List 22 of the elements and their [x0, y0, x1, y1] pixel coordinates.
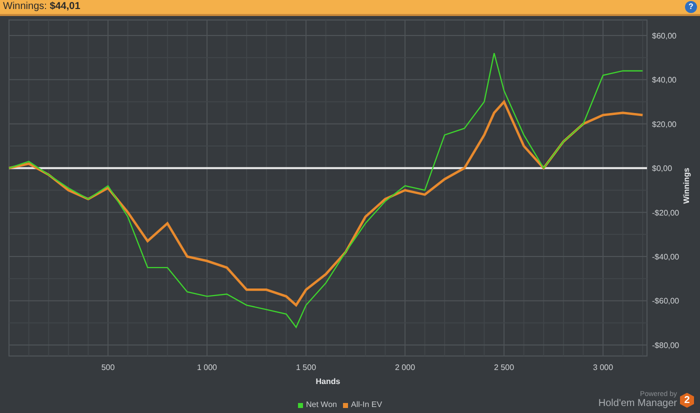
y-tick-label: $40,00: [652, 76, 676, 85]
legend-label: All-In EV: [350, 399, 382, 411]
x-tick-label: 1 000: [197, 363, 218, 372]
y-axis-title: Winnings: [682, 168, 691, 204]
winnings-total: Winnings: $44,01: [3, 2, 80, 12]
y-tick-label: -$40,00: [652, 252, 680, 262]
y-tick-label: -$80,00: [652, 340, 680, 350]
y-tick-label: -$60,00: [652, 296, 680, 306]
logo-badge: 2: [680, 392, 694, 408]
y-tick-label: $60,00: [652, 31, 676, 40]
y-tick-label: $0,00: [652, 164, 672, 174]
help-button[interactable]: ?: [685, 1, 697, 13]
product-name: Hold'em Manager: [598, 398, 677, 410]
x-tick-label: 2 000: [395, 363, 416, 372]
x-tick-label: 3 000: [593, 363, 614, 372]
y-tick-label: -$20,00: [652, 208, 680, 218]
y-tick-label: $20,00: [652, 120, 676, 129]
x-tick-label: 2 500: [494, 363, 514, 372]
x-axis-title: Hands: [316, 377, 340, 386]
legend-label: Net Won: [306, 399, 337, 411]
x-tick-label: 500: [101, 363, 115, 372]
x-tick-label: 1 500: [296, 363, 316, 372]
